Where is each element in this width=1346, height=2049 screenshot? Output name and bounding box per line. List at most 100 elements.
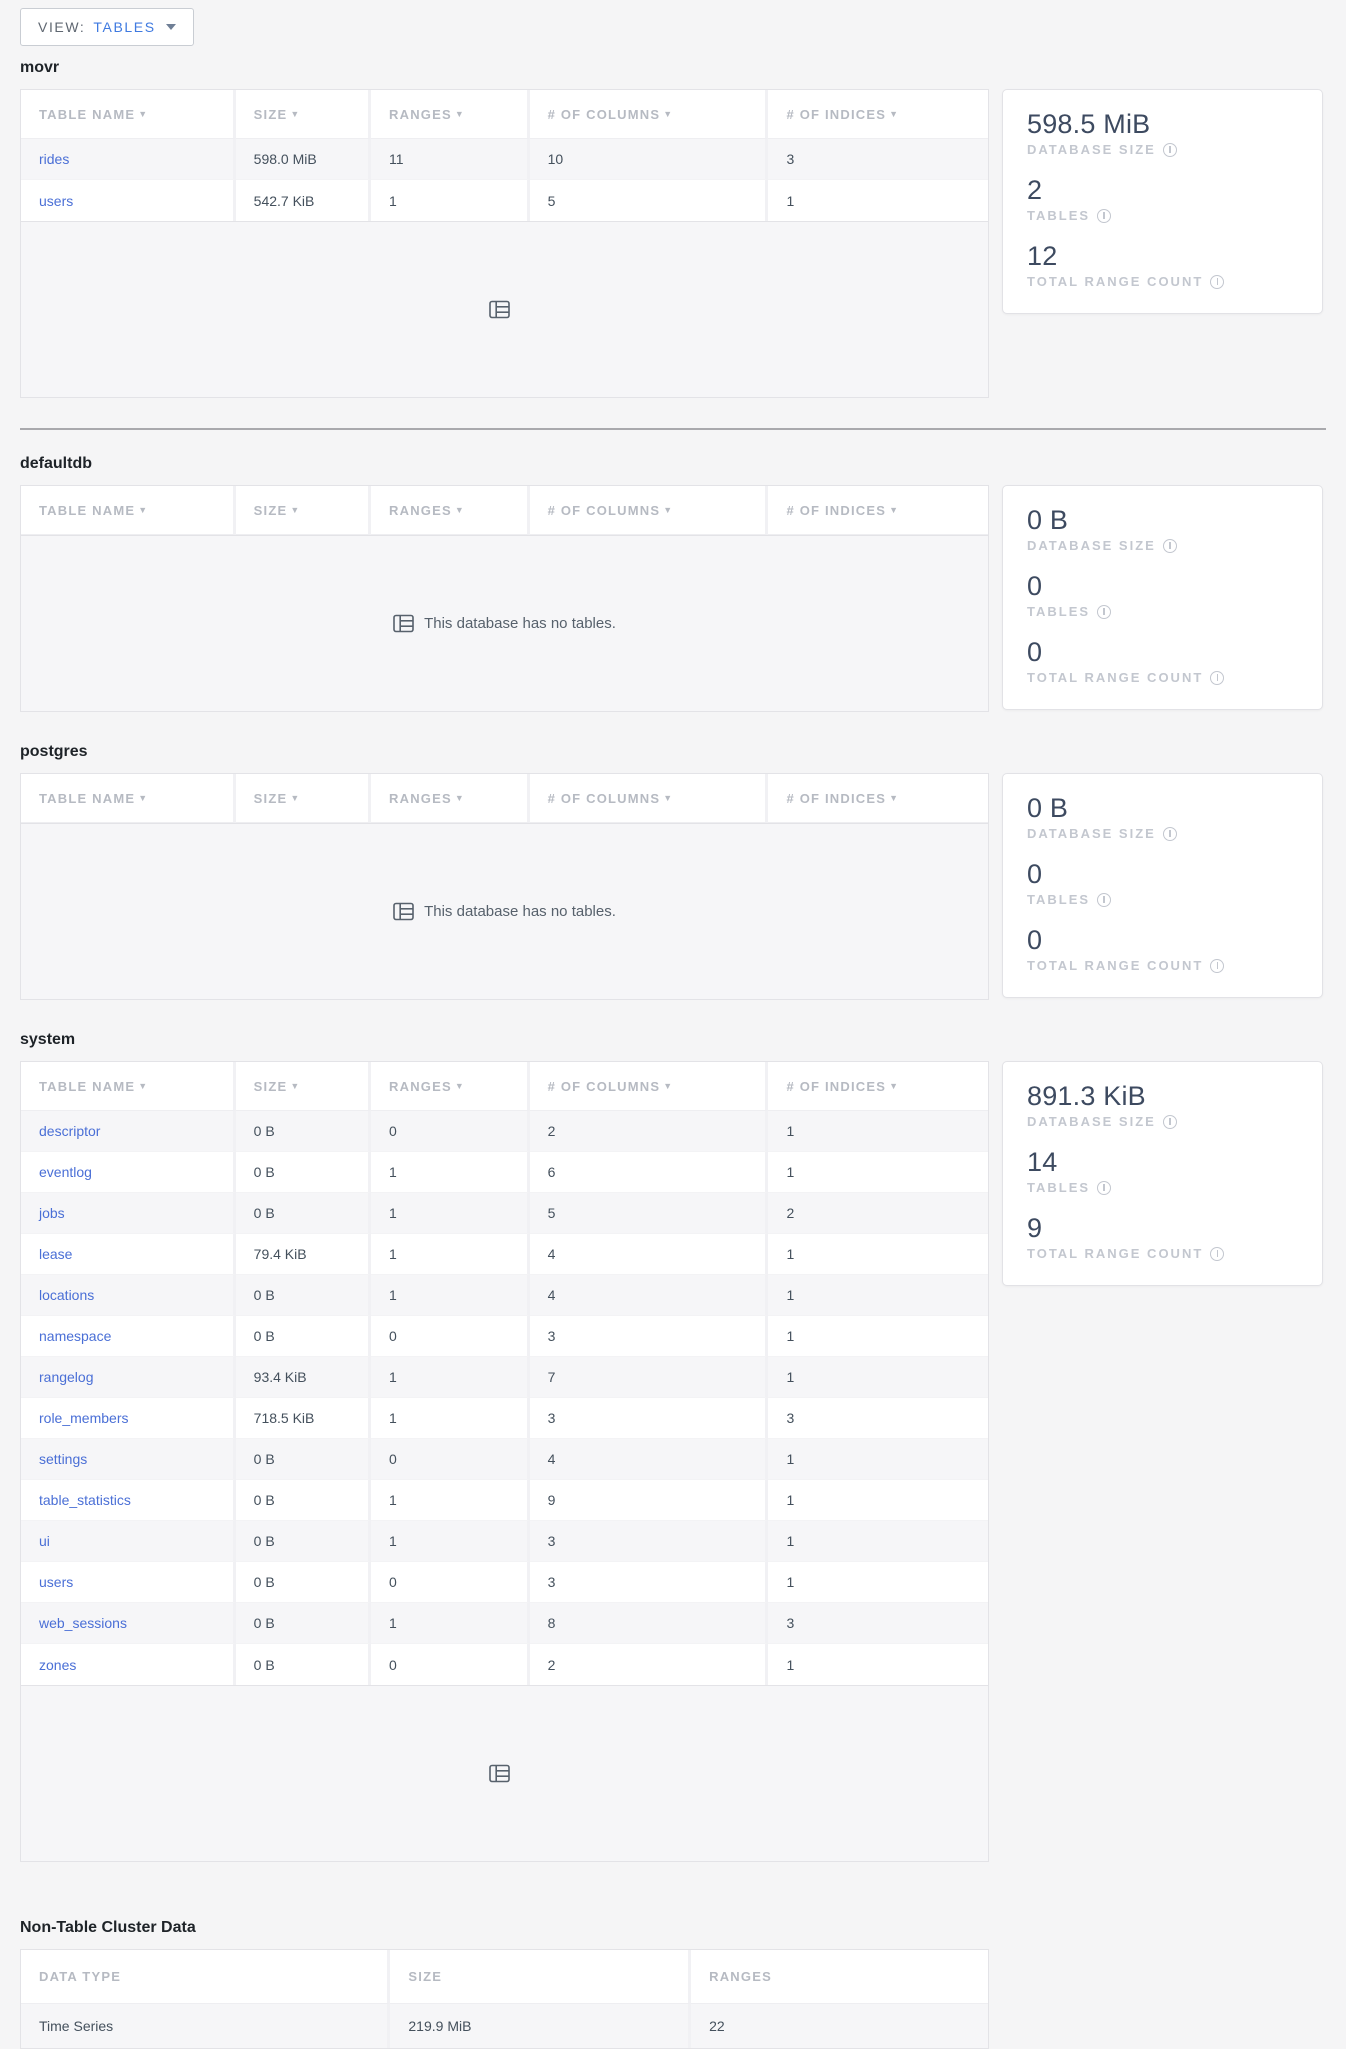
info-icon[interactable] (1163, 827, 1177, 841)
table-name-link[interactable]: rangelog (39, 1369, 94, 1385)
table-name-link[interactable]: role_members (39, 1410, 128, 1426)
database-name: postgres (20, 742, 1326, 761)
table-name-link[interactable]: zones (39, 1657, 76, 1673)
table-name-link[interactable]: descriptor (39, 1123, 100, 1139)
table-name-link[interactable]: eventlog (39, 1164, 92, 1180)
column-header[interactable]: RANGES▼ (371, 90, 530, 139)
database-tables-table: TABLE NAME▼SIZE▼RANGES▼# OF COLUMNS▼# OF… (20, 773, 989, 824)
database-summary-card: 0 BDATABASE SIZE0TABLES0TOTAL RANGE COUN… (1002, 485, 1323, 710)
table-cell: 7 (530, 1357, 769, 1398)
table-name-link[interactable]: locations (39, 1287, 94, 1303)
empty-state (20, 222, 989, 398)
stat-label: TABLES (1027, 208, 1298, 223)
info-icon[interactable] (1163, 1115, 1177, 1129)
table-icon (393, 902, 414, 921)
stat-value: 9 (1027, 1212, 1298, 1244)
table-name-link[interactable]: lease (39, 1246, 72, 1262)
table-cell: 2 (530, 1644, 769, 1685)
column-header[interactable]: SIZE▼ (236, 1062, 371, 1111)
table-header-row: TABLE NAME▼SIZE▼RANGES▼# OF COLUMNS▼# OF… (21, 486, 988, 535)
column-header[interactable]: # OF INDICES▼ (768, 486, 988, 535)
table-cell: 0 (371, 1562, 530, 1603)
table-cell: 1 (768, 1644, 988, 1685)
column-header[interactable]: TABLE NAME▼ (21, 1062, 236, 1111)
table-name-link[interactable]: table_statistics (39, 1492, 131, 1508)
column-header[interactable]: RANGES▼ (371, 486, 530, 535)
table-cell: 1 (371, 1398, 530, 1439)
table-cell: users (21, 1562, 236, 1603)
info-icon[interactable] (1210, 275, 1224, 289)
summary-stat: 0TOTAL RANGE COUNT (1027, 924, 1298, 973)
non-table-section-title: Non-Table Cluster Data (20, 1918, 1326, 1937)
info-icon[interactable] (1210, 671, 1224, 685)
table-cell: 3 (768, 1603, 988, 1644)
column-header[interactable]: SIZE▼ (236, 486, 371, 535)
column-header[interactable]: SIZE▼ (236, 90, 371, 139)
column-header[interactable]: # OF COLUMNS▼ (530, 90, 769, 139)
sort-desc-icon: ▼ (290, 505, 300, 515)
info-icon[interactable] (1097, 209, 1111, 223)
info-icon[interactable] (1097, 1181, 1111, 1195)
column-header[interactable]: # OF INDICES▼ (768, 1062, 988, 1111)
table-row: users0 B031 (21, 1562, 988, 1603)
info-icon[interactable] (1210, 959, 1224, 973)
column-header[interactable]: SIZE▼ (236, 774, 371, 823)
stat-label: TOTAL RANGE COUNT (1027, 958, 1298, 973)
table-name-link[interactable]: namespace (39, 1328, 111, 1344)
sort-desc-icon: ▼ (138, 1081, 148, 1091)
table-name-link[interactable]: users (39, 1574, 73, 1590)
table-cell: 1 (371, 1357, 530, 1398)
table-name-link[interactable]: rides (39, 151, 69, 167)
column-header[interactable]: TABLE NAME▼ (21, 774, 236, 823)
view-selector-dropdown[interactable]: VIEW: TABLES (20, 8, 194, 46)
table-cell: 0 B (236, 1521, 371, 1562)
table-cell: 4 (530, 1439, 769, 1480)
info-icon[interactable] (1163, 539, 1177, 553)
empty-state (20, 1686, 989, 1862)
info-icon[interactable] (1210, 1247, 1224, 1261)
info-icon[interactable] (1097, 605, 1111, 619)
column-header[interactable]: # OF COLUMNS▼ (530, 1062, 769, 1111)
stat-label-text: TABLES (1027, 892, 1090, 907)
table-cell: 0 B (236, 1152, 371, 1193)
info-icon[interactable] (1097, 893, 1111, 907)
table-icon (489, 1764, 510, 1783)
column-header-label: # OF INDICES (786, 503, 886, 518)
table-name-link[interactable]: users (39, 193, 73, 209)
table-cell: 1 (768, 1439, 988, 1480)
table-row: Time Series 219.9 MiB 22 (21, 2004, 988, 2048)
table-name-link[interactable]: ui (39, 1533, 50, 1549)
table-cell: 0 (371, 1316, 530, 1357)
summary-stat: 0 BDATABASE SIZE (1027, 504, 1298, 553)
table-header-row: TABLE NAME▼SIZE▼RANGES▼# OF COLUMNS▼# OF… (21, 1062, 988, 1111)
column-header[interactable]: TABLE NAME▼ (21, 90, 236, 139)
summary-stat: 0TOTAL RANGE COUNT (1027, 636, 1298, 685)
table-header-row: DATA TYPE SIZE RANGES (21, 1950, 988, 2004)
summary-stat: 9 TOTAL RANGE COUNT (1027, 1212, 1298, 1261)
sort-desc-icon: ▼ (455, 1081, 465, 1091)
table-cell: users (21, 180, 236, 221)
table-name-link[interactable]: settings (39, 1451, 87, 1467)
table-cell: 9 (530, 1480, 769, 1521)
stat-label: DATABASE SIZE (1027, 142, 1298, 157)
info-icon[interactable] (1163, 143, 1177, 157)
table-name-link[interactable]: web_sessions (39, 1615, 127, 1631)
table-name-link[interactable]: jobs (39, 1205, 65, 1221)
column-header[interactable]: # OF COLUMNS▼ (530, 774, 769, 823)
summary-stat: 2TABLES (1027, 174, 1298, 223)
column-header-label: RANGES (389, 503, 452, 518)
database-summary-card: 598.5 MiBDATABASE SIZE2TABLES12TOTAL RAN… (1002, 89, 1323, 314)
column-header[interactable]: RANGES▼ (371, 1062, 530, 1111)
column-header-label: # OF COLUMNS (548, 1079, 661, 1094)
sort-desc-icon: ▼ (138, 505, 148, 515)
column-header[interactable]: TABLE NAME▼ (21, 486, 236, 535)
column-header[interactable]: RANGES▼ (371, 774, 530, 823)
table-icon (393, 614, 414, 633)
column-header-label: # OF INDICES (786, 1079, 886, 1094)
column-header[interactable]: # OF INDICES▼ (768, 90, 988, 139)
sort-desc-icon: ▼ (290, 793, 300, 803)
column-header[interactable]: # OF INDICES▼ (768, 774, 988, 823)
sort-desc-icon: ▼ (455, 505, 465, 515)
stat-label-text: TOTAL RANGE COUNT (1027, 1246, 1203, 1261)
column-header[interactable]: # OF COLUMNS▼ (530, 486, 769, 535)
